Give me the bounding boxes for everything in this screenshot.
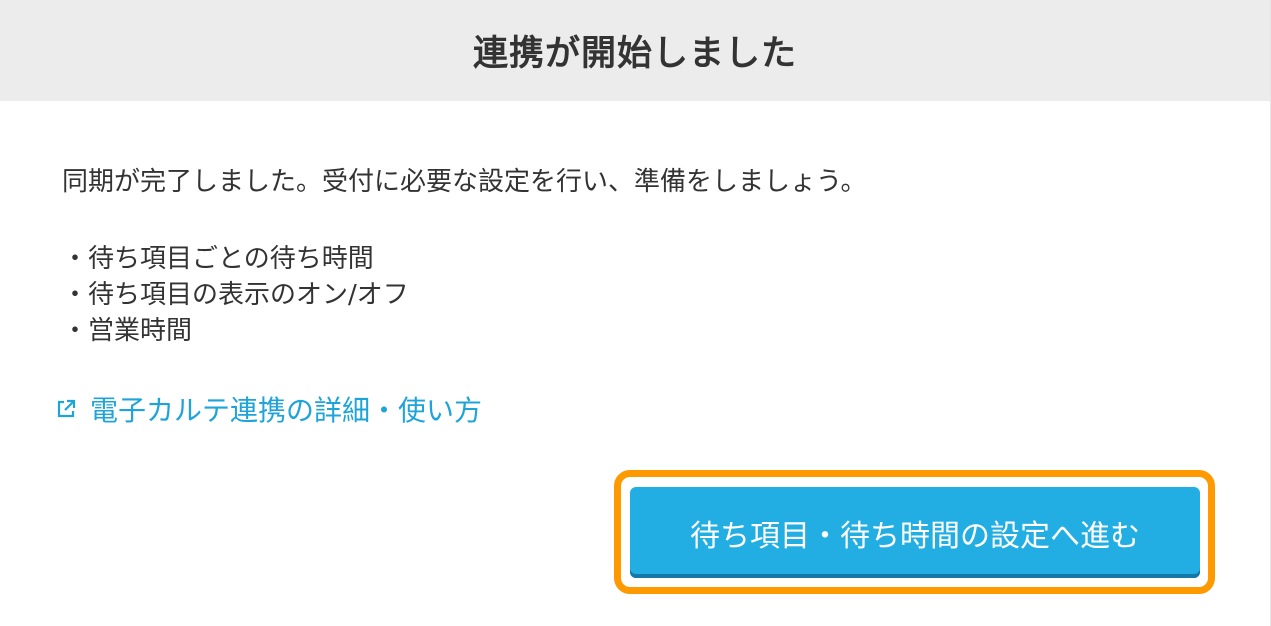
help-link-label: 電子カルテ連携の詳細・使い方 bbox=[90, 394, 483, 427]
dialog-title: 連携が開始しました bbox=[472, 34, 797, 74]
settings-list: ・待ち項目ごとの待ち時間 ・待ち項目の表示のオン/オフ ・営業時間 bbox=[62, 241, 409, 349]
intro-text: 同期が完了しました。受付に必要な設定を行い、準備をしましょう。 bbox=[62, 167, 867, 197]
list-item: ・待ち項目ごとの待ち時間 bbox=[62, 244, 374, 274]
proceed-to-wait-settings-button[interactable]: 待ち項目・待ち時間の設定へ進む bbox=[630, 487, 1200, 578]
dialog: 連携が開始しました 同期が完了しました。受付に必要な設定を行い、準備をしましょう… bbox=[0, 0, 1271, 626]
external-link-icon bbox=[54, 397, 78, 421]
help-link[interactable]: 電子カルテ連携の詳細・使い方 bbox=[54, 389, 482, 429]
list-item: ・営業時間 bbox=[62, 316, 193, 346]
dialog-header: 連携が開始しました bbox=[0, 0, 1270, 101]
list-item: ・待ち項目の表示のオン/オフ bbox=[62, 280, 409, 310]
